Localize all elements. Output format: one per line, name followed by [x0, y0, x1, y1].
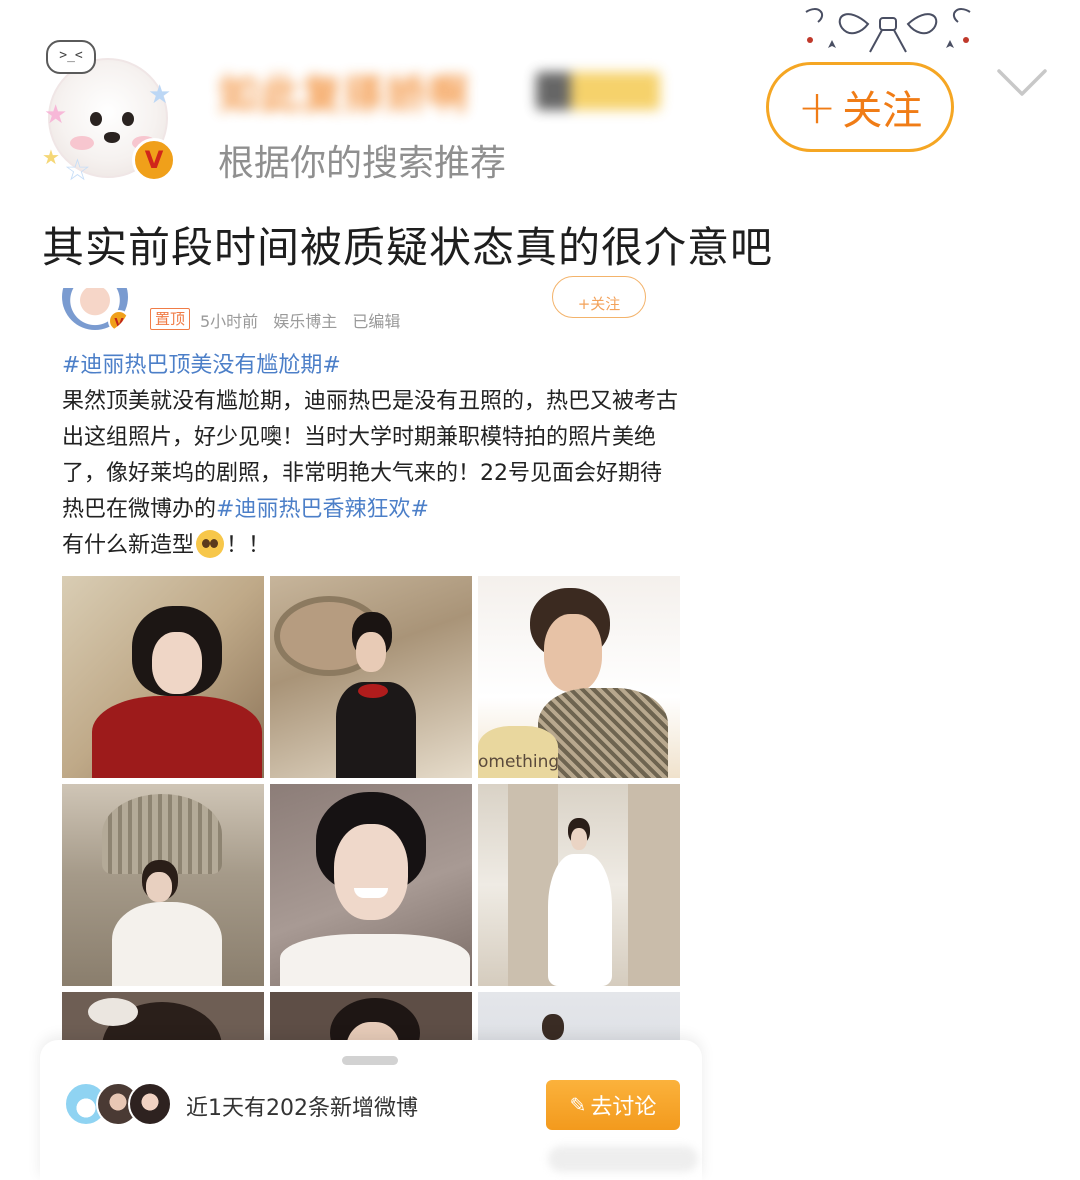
blurred-footer-text: [548, 1146, 698, 1172]
sheet-drag-handle[interactable]: [342, 1056, 398, 1065]
photo-thumbnail[interactable]: [62, 992, 264, 1046]
photo-thumbnail[interactable]: [270, 992, 472, 1046]
star-icon: ★: [148, 80, 172, 110]
user-avatar[interactable]: >_< ★ ★ ★ ☆ V: [42, 40, 176, 186]
username[interactable]: 如此复搽娇啊: [218, 62, 678, 122]
post-headline: 其实前段时间被质疑状态真的很介意吧: [42, 223, 774, 272]
embedded-follow-button: +关注: [552, 276, 646, 318]
star-icon: ★: [44, 100, 68, 130]
topic-link[interactable]: #迪丽热巴香辣狂欢#: [216, 497, 429, 522]
bow-decoration-icon: [805, 8, 971, 53]
post-exclamation: ！！: [226, 533, 271, 558]
post-meta: 5小时前 娱乐博主 已编辑: [200, 308, 410, 332]
embedded-avatar: V: [62, 288, 130, 334]
embedded-post-card: V 置顶 5小时前 娱乐博主 已编辑 +关注 #迪丽热巴顶美没有尴尬期# 果然顶…: [40, 276, 702, 1180]
participant-avatars: [64, 1082, 176, 1130]
follow-button-label: 关注: [842, 88, 923, 134]
pencil-icon: ✎: [569, 1093, 587, 1117]
post-edited: 已编辑: [352, 312, 401, 331]
photo-thumbnail[interactable]: [478, 992, 680, 1046]
post-source: 娱乐博主: [273, 312, 338, 331]
discuss-button: ✎ 去讨论: [546, 1080, 680, 1130]
pleading-face-emoji-icon: [196, 530, 225, 558]
photo-caption: omething: [478, 752, 560, 772]
embedded-post-header: V 置顶 5小时前 娱乐博主 已编辑 +关注: [40, 276, 702, 344]
photo-thumbnail[interactable]: [478, 784, 680, 986]
photo-thumbnail[interactable]: [270, 784, 472, 986]
new-posts-count: 近1天有202条新增微博: [186, 1096, 418, 1121]
star-icon: ★: [42, 145, 60, 169]
discuss-button-label: 去讨论: [590, 1095, 657, 1120]
photo-thumbnail[interactable]: [62, 784, 264, 986]
photo-thumbnail[interactable]: [270, 576, 472, 778]
post-time: 5小时前: [200, 312, 259, 331]
chevron-down-icon[interactable]: [996, 66, 1048, 100]
post-paragraph-end: 有什么新造型: [62, 533, 195, 558]
verified-badge-icon: V: [108, 310, 130, 332]
photo-thumbnail[interactable]: [62, 576, 264, 778]
photo-thumbnail[interactable]: omething: [478, 576, 680, 778]
post-text: #迪丽热巴顶美没有尴尬期# 果然顶美就没有尴尬期，迪丽热巴是没有丑照的，热巴又被…: [62, 348, 682, 564]
photo-grid: omething: [62, 576, 680, 1046]
follow-button[interactable]: + 关注: [766, 62, 954, 152]
verified-badge-icon: V: [132, 138, 176, 182]
star-icon: ☆: [64, 153, 91, 188]
plus-icon: +: [797, 80, 837, 134]
avatar: [128, 1082, 172, 1126]
pinned-tag: 置顶: [150, 308, 191, 330]
topic-link[interactable]: #迪丽热巴顶美没有尴尬期#: [62, 353, 341, 378]
recommendation-reason: 根据你的搜索推荐: [218, 143, 507, 184]
avatar-speech-bubble: >_<: [46, 40, 96, 74]
